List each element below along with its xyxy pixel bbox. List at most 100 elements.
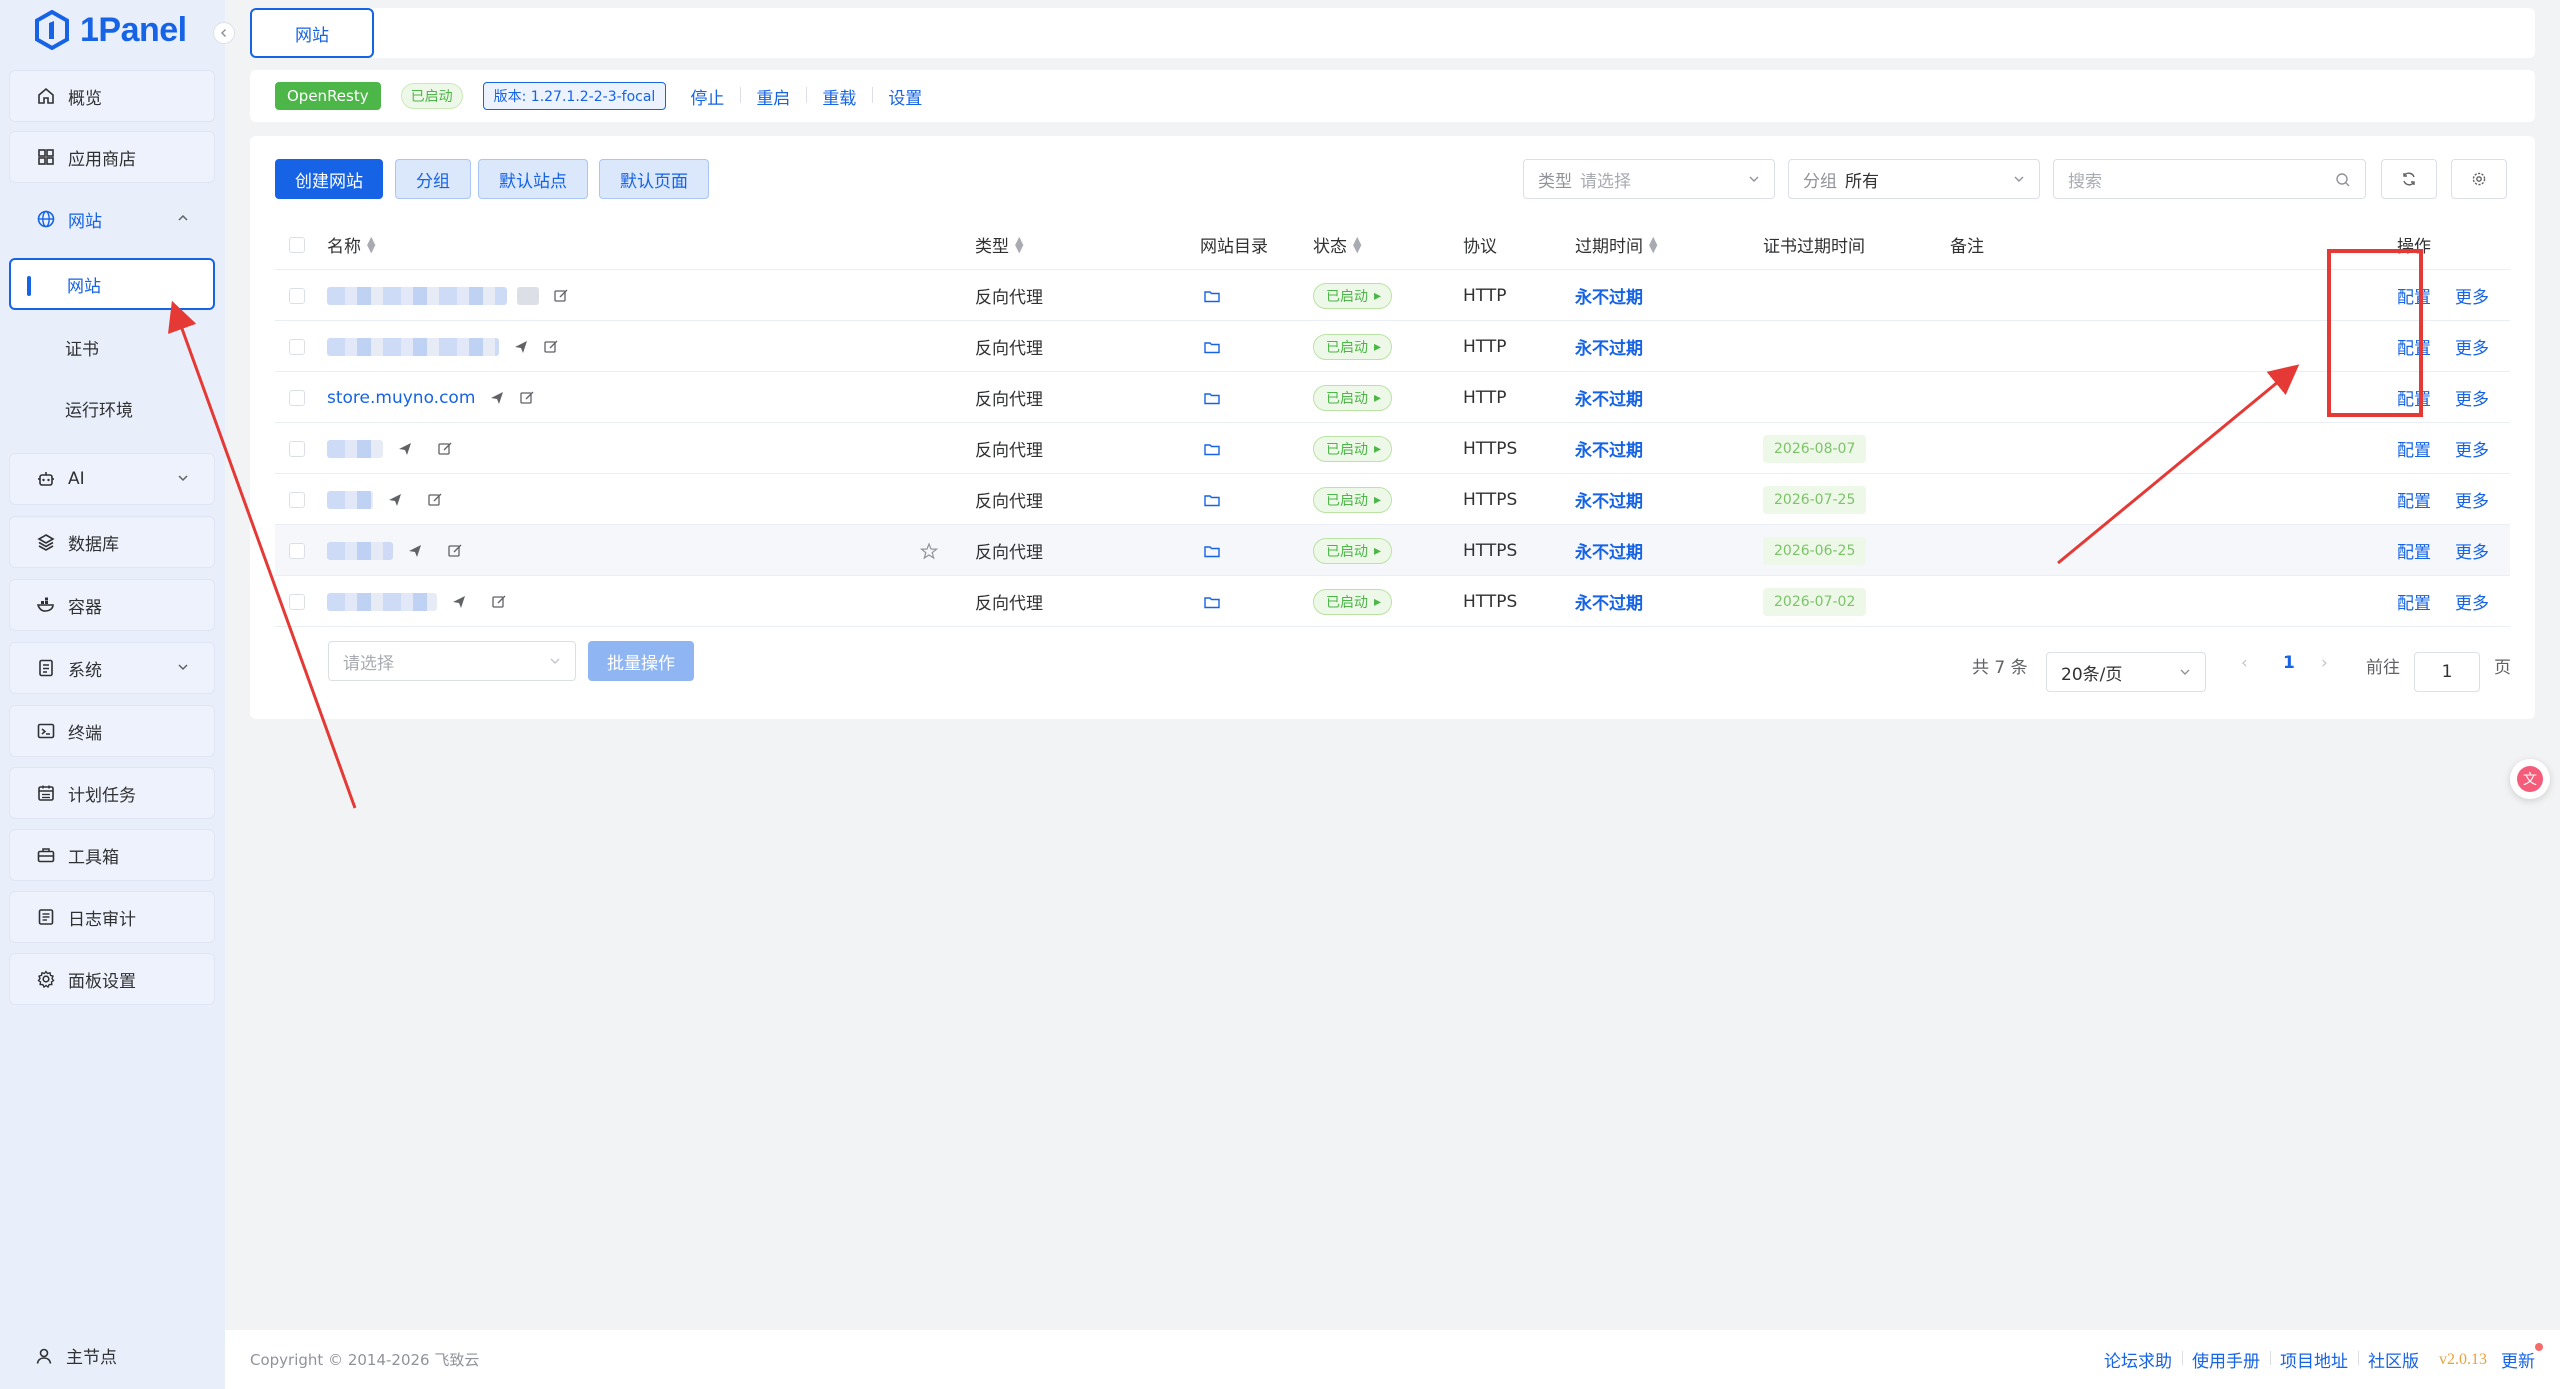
sidebar-item-database[interactable]: 数据库: [9, 516, 215, 568]
logo[interactable]: 1Panel: [34, 8, 187, 52]
sidebar-subitem-runtime[interactable]: 运行环境: [9, 382, 215, 434]
status-badge[interactable]: 已启动 ▸: [1313, 537, 1393, 564]
project-link[interactable]: 项目地址: [2270, 1347, 2358, 1372]
sidebar-item-toolbox[interactable]: 工具箱: [9, 829, 215, 881]
select-all-checkbox[interactable]: [289, 236, 305, 253]
next-page-button[interactable]: ›: [2321, 653, 2328, 673]
default-page-button[interactable]: 默认页面: [599, 159, 709, 199]
expire-date[interactable]: 永不过期: [1575, 270, 1643, 321]
folder-icon[interactable]: [1203, 389, 1221, 407]
redacted-domain[interactable]: [327, 592, 437, 611]
row-checkbox[interactable]: [289, 287, 305, 304]
type-filter-select[interactable]: 类型 请选择: [1523, 159, 1775, 199]
row-checkbox[interactable]: [289, 593, 305, 610]
folder-icon[interactable]: [1203, 593, 1221, 611]
config-button[interactable]: 配置: [2397, 576, 2431, 627]
row-checkbox[interactable]: [289, 389, 305, 406]
edit-icon[interactable]: [553, 288, 569, 304]
row-checkbox[interactable]: [289, 491, 305, 508]
folder-icon[interactable]: [1203, 338, 1221, 356]
edit-icon[interactable]: [437, 441, 453, 457]
status-badge[interactable]: 已启动 ▸: [1313, 282, 1393, 309]
edit-icon[interactable]: [447, 543, 463, 559]
redacted-domain[interactable]: [327, 439, 383, 458]
page-number[interactable]: 1: [2283, 653, 2295, 673]
star-icon[interactable]: [920, 541, 938, 560]
sidebar-item-app-store[interactable]: 应用商店: [9, 131, 215, 183]
status-badge[interactable]: 已启动 ▸: [1313, 588, 1393, 615]
expire-date[interactable]: 永不过期: [1575, 576, 1643, 627]
sidebar-item-website[interactable]: 网站: [9, 193, 215, 245]
send-icon[interactable]: [451, 594, 467, 610]
sidebar-item-cron[interactable]: 计划任务: [9, 767, 215, 819]
send-icon[interactable]: [513, 339, 529, 355]
status-badge[interactable]: 已启动 ▸: [1313, 333, 1393, 360]
folder-icon[interactable]: [1203, 287, 1221, 305]
config-button[interactable]: 配置: [2397, 474, 2431, 525]
row-checkbox[interactable]: [289, 440, 305, 457]
send-icon[interactable]: [387, 492, 403, 508]
column-type[interactable]: 类型 ▲ ▼: [975, 219, 1023, 270]
goto-page-input[interactable]: 1: [2414, 652, 2480, 692]
default-site-button[interactable]: 默认站点: [478, 159, 588, 199]
edit-icon[interactable]: [427, 492, 443, 508]
more-button[interactable]: 更多: [2455, 321, 2489, 372]
sidebar-item-panel-settings[interactable]: 面板设置: [9, 953, 215, 1005]
group-filter-select[interactable]: 分组 所有: [1788, 159, 2040, 199]
config-button[interactable]: 配置: [2397, 525, 2431, 576]
batch-action-select[interactable]: 请选择: [328, 641, 576, 681]
row-checkbox[interactable]: [289, 542, 305, 559]
more-button[interactable]: 更多: [2455, 372, 2489, 423]
sidebar-subitem-certificate[interactable]: 证书: [9, 321, 215, 373]
collapse-sidebar-button[interactable]: [213, 22, 235, 44]
manual-link[interactable]: 使用手册: [2182, 1347, 2270, 1372]
prev-page-button[interactable]: ‹: [2241, 653, 2248, 673]
folder-icon[interactable]: [1203, 491, 1221, 509]
edit-icon[interactable]: [519, 390, 535, 406]
node-selector[interactable]: 主节点: [34, 1343, 117, 1368]
more-button[interactable]: 更多: [2455, 576, 2489, 627]
status-badge[interactable]: 已启动 ▸: [1313, 384, 1393, 411]
sidebar-item-ai[interactable]: AI: [9, 453, 215, 505]
redacted-domain[interactable]: [327, 541, 393, 560]
site-domain-link[interactable]: store.muyno.com: [327, 388, 475, 408]
row-checkbox[interactable]: [289, 338, 305, 355]
expire-date[interactable]: 永不过期: [1575, 474, 1643, 525]
sidebar-item-log-audit[interactable]: 日志审计: [9, 891, 215, 943]
more-button[interactable]: 更多: [2455, 423, 2489, 474]
expire-date[interactable]: 永不过期: [1575, 321, 1643, 372]
edit-icon[interactable]: [543, 339, 559, 355]
translate-widget[interactable]: 文: [2510, 759, 2550, 799]
sidebar-item-container[interactable]: 容器: [9, 579, 215, 631]
sidebar-item-overview[interactable]: 概览: [9, 70, 215, 122]
column-expire[interactable]: 过期时间 ▲ ▼: [1575, 219, 1657, 270]
more-button[interactable]: 更多: [2455, 474, 2489, 525]
expire-date[interactable]: 永不过期: [1575, 423, 1643, 474]
tab-website[interactable]: 网站: [250, 8, 374, 58]
folder-icon[interactable]: [1203, 440, 1221, 458]
restart-button[interactable]: 重启: [740, 84, 806, 109]
stop-button[interactable]: 停止: [674, 84, 740, 109]
reload-button[interactable]: 重载: [806, 84, 872, 109]
sidebar-subitem-website[interactable]: 网站: [9, 258, 215, 310]
column-status[interactable]: 状态 ▲ ▼: [1313, 219, 1361, 270]
group-button[interactable]: 分组: [395, 159, 471, 199]
refresh-button[interactable]: [2381, 159, 2437, 199]
forum-link[interactable]: 论坛求助: [2094, 1347, 2182, 1372]
folder-icon[interactable]: [1203, 542, 1221, 560]
create-website-button[interactable]: 创建网站: [275, 159, 383, 199]
send-icon[interactable]: [397, 441, 413, 457]
more-button[interactable]: 更多: [2455, 525, 2489, 576]
status-badge[interactable]: 已启动 ▸: [1313, 486, 1393, 513]
update-link[interactable]: 更新: [2497, 1343, 2543, 1372]
config-button[interactable]: 配置: [2397, 423, 2431, 474]
column-name[interactable]: 名称 ▲ ▼: [327, 219, 375, 270]
send-icon[interactable]: [489, 390, 505, 406]
settings-button[interactable]: 设置: [872, 84, 938, 109]
edit-icon[interactable]: [491, 594, 507, 610]
sidebar-item-system[interactable]: 系统: [9, 642, 215, 694]
redacted-domain[interactable]: [327, 286, 507, 305]
batch-action-button[interactable]: 批量操作: [588, 641, 694, 681]
edition-link[interactable]: 社区版: [2358, 1347, 2429, 1372]
search-input[interactable]: 搜索: [2053, 159, 2366, 199]
